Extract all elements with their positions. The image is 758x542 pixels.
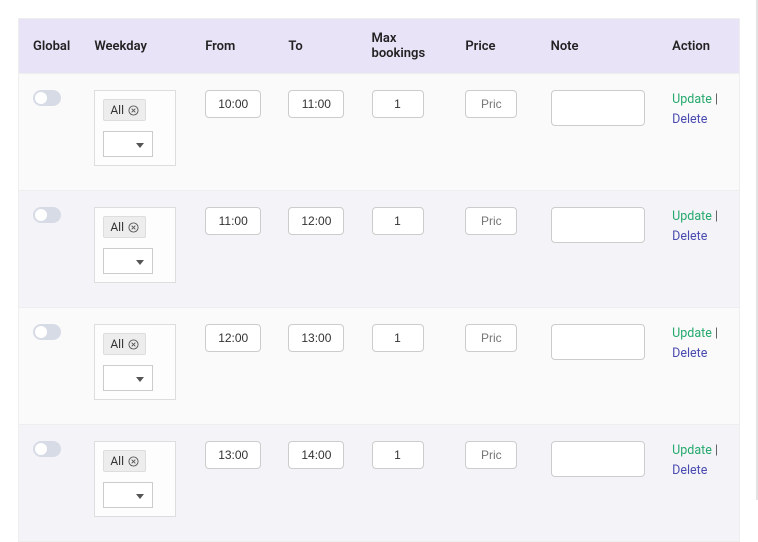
header-price: Price (455, 19, 540, 73)
from-input[interactable] (205, 207, 261, 235)
table-row: All Update | Delete (19, 190, 739, 307)
action-separator: | (712, 326, 718, 341)
weekday-selector: All (94, 324, 176, 400)
update-link[interactable]: Update (672, 326, 712, 341)
table-row: All Update | Delete (19, 424, 739, 541)
max-bookings-input[interactable] (372, 207, 424, 235)
slots-table: Global Weekday From To Max bookings Pric… (18, 18, 740, 542)
action-separator: | (712, 92, 718, 107)
price-input[interactable] (465, 207, 517, 235)
weekday-chip-label: All (110, 454, 124, 468)
weekday-selector: All (94, 90, 176, 166)
weekday-dropdown[interactable] (103, 482, 153, 508)
note-input[interactable] (551, 441, 645, 477)
max-bookings-input[interactable] (372, 90, 424, 118)
delete-link[interactable]: Delete (672, 346, 707, 361)
from-input[interactable] (205, 90, 261, 118)
update-link[interactable]: Update (672, 209, 712, 224)
action-separator: | (712, 209, 718, 224)
table-row: All Update | Delete (19, 73, 739, 190)
note-input[interactable] (551, 324, 645, 360)
update-link[interactable]: Update (672, 92, 712, 107)
price-input[interactable] (465, 324, 517, 352)
weekday-chip-all[interactable]: All (103, 450, 146, 472)
header-max: Max bookings (362, 19, 456, 73)
max-bookings-input[interactable] (372, 324, 424, 352)
weekday-dropdown[interactable] (103, 131, 153, 157)
delete-link[interactable]: Delete (672, 463, 707, 478)
weekday-chip-all[interactable]: All (103, 99, 146, 121)
remove-icon[interactable] (128, 456, 139, 467)
global-toggle[interactable] (33, 90, 61, 106)
global-toggle[interactable] (33, 441, 61, 457)
remove-icon[interactable] (128, 105, 139, 116)
weekday-chip-all[interactable]: All (103, 216, 146, 238)
table-row: All Update | Delete (19, 307, 739, 424)
weekday-dropdown[interactable] (103, 365, 153, 391)
header-global: Global (19, 19, 84, 73)
update-link[interactable]: Update (672, 443, 712, 458)
weekday-dropdown[interactable] (103, 248, 153, 274)
price-input[interactable] (465, 441, 517, 469)
weekday-selector: All (94, 207, 176, 283)
weekday-chip-label: All (110, 220, 124, 234)
header-weekday: Weekday (84, 19, 195, 73)
note-input[interactable] (551, 207, 645, 243)
action-separator: | (712, 443, 718, 458)
remove-icon[interactable] (128, 222, 139, 233)
from-input[interactable] (205, 324, 261, 352)
weekday-chip-label: All (110, 337, 124, 351)
header-from: From (195, 19, 278, 73)
to-input[interactable] (288, 324, 344, 352)
note-input[interactable] (551, 90, 645, 126)
to-input[interactable] (288, 90, 344, 118)
from-input[interactable] (205, 441, 261, 469)
header-action: Action (662, 19, 739, 73)
table-header-row: Global Weekday From To Max bookings Pric… (19, 19, 739, 73)
max-bookings-input[interactable] (372, 441, 424, 469)
global-toggle[interactable] (33, 324, 61, 340)
header-note: Note (541, 19, 663, 73)
global-toggle[interactable] (33, 207, 61, 223)
price-input[interactable] (465, 90, 517, 118)
weekday-selector: All (94, 441, 176, 517)
to-input[interactable] (288, 441, 344, 469)
remove-icon[interactable] (128, 339, 139, 350)
weekday-chip-label: All (110, 103, 124, 117)
delete-link[interactable]: Delete (672, 112, 707, 127)
weekday-chip-all[interactable]: All (103, 333, 146, 355)
delete-link[interactable]: Delete (672, 229, 707, 244)
to-input[interactable] (288, 207, 344, 235)
header-to: To (278, 19, 361, 73)
